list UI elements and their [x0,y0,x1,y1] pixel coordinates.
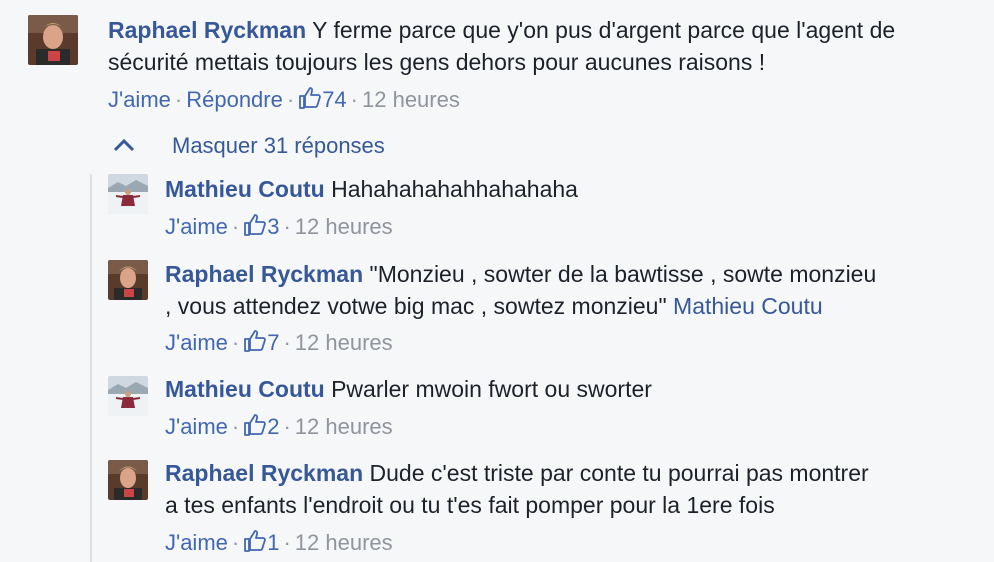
like-count-button[interactable]: 1 [243,530,279,555]
avatar[interactable] [108,260,148,300]
like-count-button[interactable]: 7 [243,330,279,355]
thumbs-up-icon [244,414,267,436]
hide-replies-label: Masquer 31 réponses [172,133,385,158]
like-link[interactable]: J'aime [165,414,228,439]
like-count: 3 [267,214,280,239]
like-count-button[interactable]: 74 [298,87,347,112]
thumbs-up-icon [299,87,321,109]
reply-text-cont: , vous attendez votwe big mac , sowtez m… [165,293,667,319]
reply-text: Dude c'est triste par conte tu pourrai p… [369,460,869,486]
like-link[interactable]: J'aime [108,87,171,112]
reply-author[interactable]: Mathieu Coutu [165,376,325,402]
thread-line [90,174,92,562]
like-link[interactable]: J'aime [165,214,228,239]
reply-actions: J'aime · 3 · 12 heures [165,214,393,239]
reply-actions: J'aime · 7 · 12 heures [165,330,393,355]
like-count: 1 [267,530,280,555]
reply-body: Mathieu Coutu Hahahahahahhahahaha [165,173,985,205]
reply-text: Pwarler mwoin fwort ou sworter [331,376,652,402]
reply-author[interactable]: Raphael Ryckman [165,261,363,287]
timestamp[interactable]: 12 heures [362,87,460,112]
comment-author[interactable]: Raphael Ryckman [108,17,306,43]
chevron-up-icon [113,138,135,152]
timestamp[interactable]: 12 heures [295,330,393,355]
reply-author[interactable]: Mathieu Coutu [165,176,325,202]
like-count: 2 [267,414,280,439]
reply-text-cont: a tes enfants l'endroit ou tu t'es fait … [165,492,775,518]
reply-text: Hahahahahahhahahaha [331,176,578,202]
comment-body: Raphael Ryckman Y ferme parce que y'on p… [108,14,988,78]
timestamp[interactable]: 12 heures [295,414,393,439]
reply-body: Raphael Ryckman Dude c'est triste par co… [165,457,985,521]
reply-body: Raphael Ryckman "Monzieu , sowter de la … [165,258,985,322]
reply-text: "Monzieu , sowter de la bawtisse , sowte… [369,261,877,287]
reply-actions: J'aime · 2 · 12 heures [165,414,393,439]
thumbs-up-icon [244,530,267,552]
comment-text: Y ferme parce que y'on pus d'argent parc… [312,17,896,43]
thumbs-up-icon [244,330,267,352]
like-count: 7 [267,330,280,355]
avatar[interactable] [108,174,148,214]
reply-author[interactable]: Raphael Ryckman [165,460,363,486]
reply-actions: J'aime · 1 · 12 heures [165,530,393,555]
comment-text-cont: sécurité mettais toujours les gens dehor… [108,49,766,75]
avatar[interactable] [28,15,78,65]
reply-link[interactable]: Répondre [186,87,283,112]
like-count-button[interactable]: 3 [243,214,279,239]
like-count: 74 [322,87,347,112]
avatar[interactable] [108,376,148,416]
mention-link[interactable]: Mathieu Coutu [673,293,823,319]
thumbs-up-icon [244,214,267,236]
like-link[interactable]: J'aime [165,530,228,555]
reply-body: Mathieu Coutu Pwarler mwoin fwort ou swo… [165,373,985,405]
comment-actions: J'aime · Répondre · 74 · 12 heures [108,87,460,112]
like-link[interactable]: J'aime [165,330,228,355]
timestamp[interactable]: 12 heures [295,214,393,239]
hide-replies-toggle[interactable]: Masquer 31 réponses [112,133,385,159]
avatar[interactable] [108,460,148,500]
like-count-button[interactable]: 2 [243,414,279,439]
timestamp[interactable]: 12 heures [295,530,393,555]
